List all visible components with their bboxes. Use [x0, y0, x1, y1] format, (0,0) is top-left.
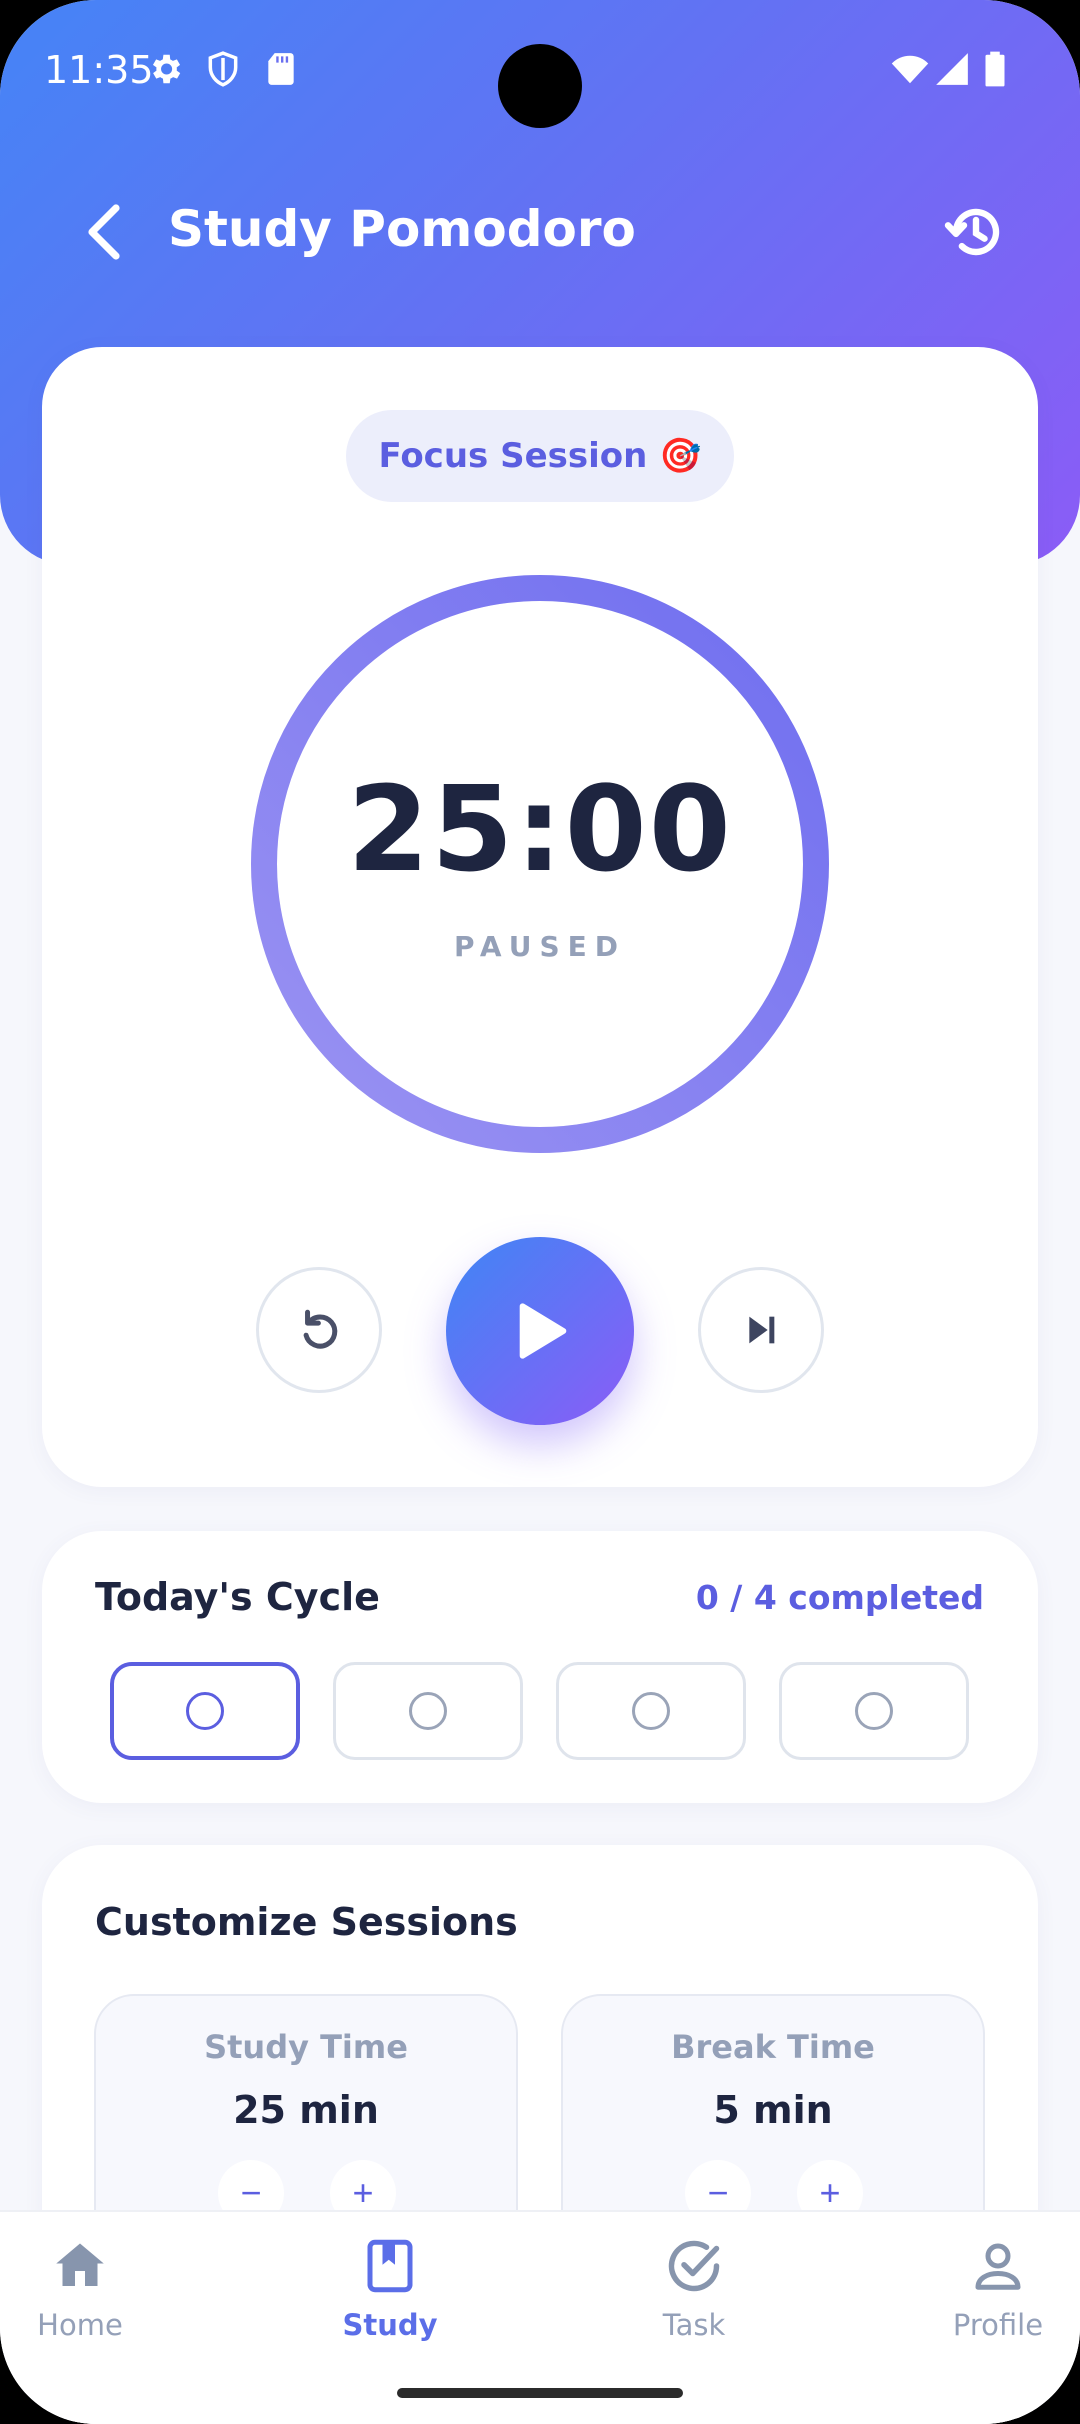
cycle-completed-count: 0 / 4 completed	[695, 1578, 984, 1617]
nav-study-label: Study	[342, 2308, 438, 2342]
cycle-slot-1	[110, 1662, 300, 1760]
status-time: 11:35	[44, 48, 154, 92]
study-time-value: 25 min	[233, 2088, 379, 2132]
book-icon	[367, 2239, 413, 2293]
status-bar: 11:35	[0, 0, 1080, 140]
home-icon	[56, 2243, 104, 2286]
circle-icon	[409, 1692, 447, 1730]
wifi-icon	[891, 55, 929, 84]
cycle-slot-4	[779, 1662, 969, 1760]
play-icon	[519, 1303, 567, 1359]
nav-task-label: Task	[662, 2308, 726, 2342]
nav-home[interactable]: Home	[0, 2236, 160, 2342]
nav-study[interactable]: Study	[310, 2236, 470, 2342]
sd-card-icon	[268, 53, 294, 85]
camera-cutout	[498, 44, 582, 128]
circle-icon	[632, 1692, 670, 1730]
history-button[interactable]	[944, 200, 1008, 264]
study-time-label: Study Time	[204, 2028, 408, 2066]
timer-display: 25:00	[347, 760, 733, 898]
person-icon	[975, 2243, 1021, 2290]
break-time-value: 5 min	[713, 2088, 833, 2132]
cycle-slot-2	[333, 1662, 523, 1760]
check-circle-icon	[668, 2240, 720, 2292]
page-title: Study Pomodoro	[168, 200, 636, 258]
cycle-title: Today's Cycle	[95, 1575, 380, 1619]
nav-profile[interactable]: Profile	[918, 2236, 1078, 2342]
timer-state: PAUSED	[453, 930, 627, 963]
battery-icon	[985, 51, 1005, 87]
app-screen: 11:35 Study Pomodoro Focus Session 🎯 25:…	[0, 0, 1080, 2424]
reset-button[interactable]	[256, 1267, 382, 1393]
signal-icon	[936, 53, 968, 85]
skip-next-icon	[749, 1316, 775, 1344]
cycle-slot-3	[556, 1662, 746, 1760]
nav-home-label: Home	[37, 2308, 123, 2342]
back-button[interactable]	[78, 200, 134, 264]
customize-title: Customize Sessions	[95, 1900, 518, 1944]
home-indicator[interactable]	[397, 2388, 683, 2398]
circle-icon	[855, 1692, 893, 1730]
play-button[interactable]	[446, 1237, 634, 1425]
nav-task[interactable]: Task	[614, 2236, 774, 2342]
settings-icon	[152, 54, 181, 84]
session-type-chip: Focus Session 🎯	[346, 410, 734, 502]
circle-icon	[186, 1692, 224, 1730]
nav-profile-label: Profile	[952, 2308, 1044, 2342]
reset-icon	[303, 1309, 338, 1349]
skip-button[interactable]	[698, 1267, 824, 1393]
shield-icon	[208, 51, 238, 87]
break-time-label: Break Time	[671, 2028, 875, 2066]
